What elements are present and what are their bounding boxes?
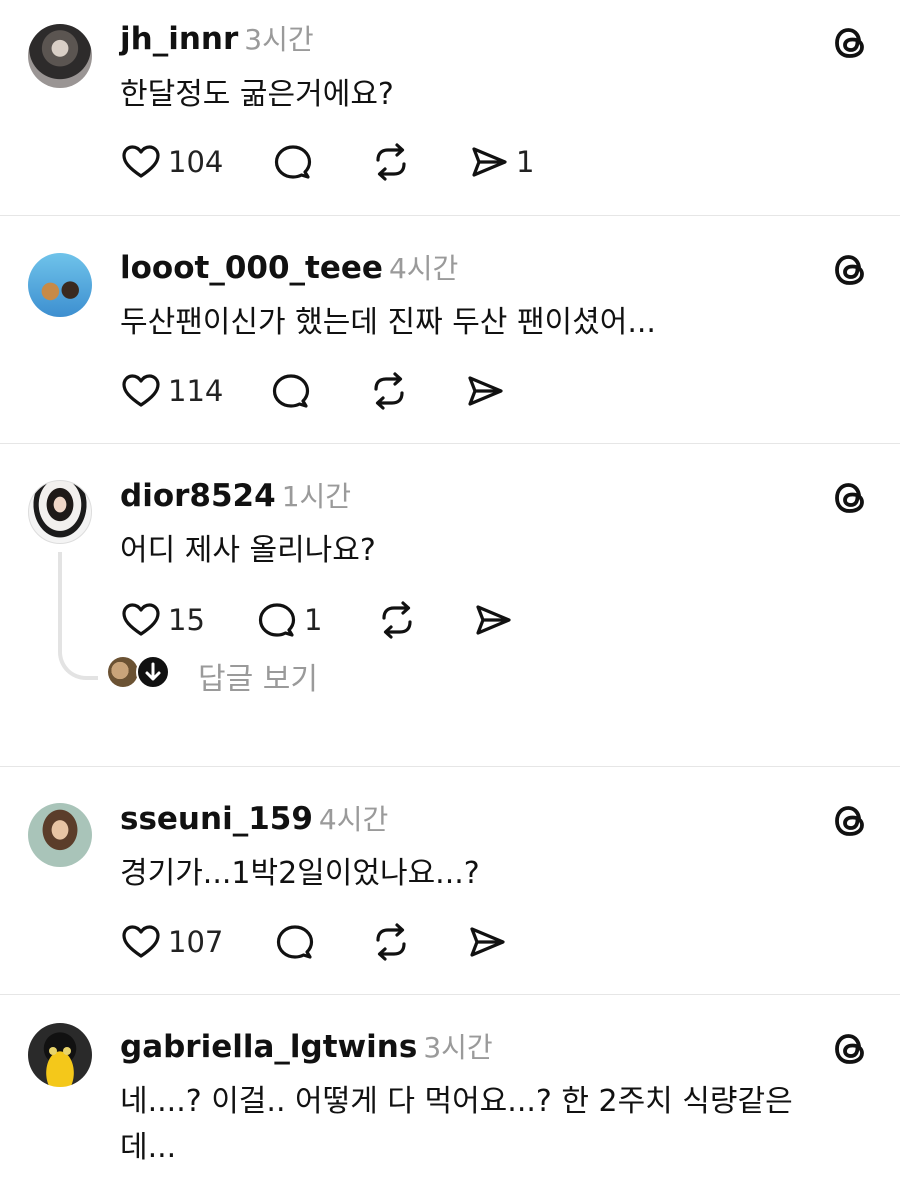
post-2: looot_000_teee 4시간 두산팬이신가 했는데 진짜 두산 팬이셨어.… (0, 216, 900, 444)
send-icon (464, 370, 506, 412)
post-text: 경기가...1박2일이었나요...? (120, 856, 480, 891)
send-icon (466, 921, 508, 963)
share-count: 1 (516, 145, 535, 179)
send-icon (472, 599, 514, 641)
like-button[interactable]: 104 (120, 140, 223, 184)
post-4: sseuni_159 4시간 경기가...1박2일이었나요...? 107 (0, 767, 900, 995)
share-button[interactable] (464, 369, 506, 413)
repost-icon (368, 370, 410, 412)
comment-button[interactable] (270, 369, 312, 413)
post-text: 한달정도 굶은거에요? (120, 77, 394, 112)
reply-avatar (108, 657, 138, 687)
username[interactable]: dior8524 (120, 478, 276, 514)
threads-logo-icon[interactable] (832, 24, 870, 62)
timestamp: 4시간 (318, 803, 389, 836)
comment-button[interactable]: 1 (256, 598, 322, 642)
comment-bubble-icon (272, 141, 314, 183)
like-button[interactable]: 114 (120, 369, 223, 413)
avatar[interactable] (28, 480, 92, 544)
send-icon (468, 141, 510, 183)
post-5: gabriella_lgtwins 3시간 네....? 이걸.. 어떻게 다 먹… (0, 995, 900, 1190)
comment-bubble-icon (256, 599, 298, 641)
post-header: gabriella_lgtwins 3시간 (120, 1029, 493, 1066)
avatar[interactable] (28, 24, 92, 88)
like-count: 15 (168, 603, 205, 637)
threads-logo-icon[interactable] (832, 251, 870, 289)
comment-bubble-icon (274, 921, 316, 963)
thread-connector-line (58, 552, 98, 680)
timestamp: 4시간 (388, 252, 459, 285)
heart-icon (120, 599, 162, 641)
comment-button[interactable] (274, 920, 316, 964)
threads-logo-icon[interactable] (832, 802, 870, 840)
avatar[interactable] (28, 253, 92, 317)
username[interactable]: jh_innr (120, 21, 238, 57)
heart-icon (120, 921, 162, 963)
post-text: 어디 제사 올리나요? (120, 533, 376, 568)
timestamp: 3시간 (244, 23, 314, 56)
post-header: jh_innr 3시간 (120, 21, 314, 58)
like-button[interactable]: 15 (120, 598, 205, 642)
post-header: sseuni_159 4시간 (120, 801, 388, 838)
threads-logo-icon[interactable] (832, 479, 870, 517)
post-text: 네....? 이걸.. 어떻게 다 먹어요...? 한 2주치 식량같은데... (120, 1084, 793, 1165)
heart-icon (120, 141, 162, 183)
arrow-down-icon (138, 657, 168, 687)
post-header: dior8524 1시간 (120, 478, 351, 515)
repost-icon (370, 141, 412, 183)
repost-button[interactable] (376, 598, 418, 642)
username[interactable]: sseuni_159 (120, 801, 313, 837)
username[interactable]: looot_000_teee (120, 250, 383, 286)
repost-button[interactable] (368, 369, 410, 413)
share-button[interactable] (466, 920, 508, 964)
repost-button[interactable] (370, 920, 412, 964)
share-button[interactable]: 1 (468, 140, 534, 184)
like-count: 114 (168, 374, 224, 408)
post-3: dior8524 1시간 어디 제사 올리나요? 15 1 답글 보기 (0, 444, 900, 767)
like-button[interactable]: 107 (120, 920, 223, 964)
post-1: jh_innr 3시간 한달정도 굶은거에요? 104 1 (0, 0, 900, 216)
avatar[interactable] (28, 803, 92, 867)
avatar[interactable] (28, 1023, 92, 1087)
view-replies-link[interactable]: 답글 보기 (198, 654, 318, 698)
repost-icon (370, 921, 412, 963)
username[interactable]: gabriella_lgtwins (120, 1029, 417, 1065)
timestamp: 3시간 (423, 1031, 493, 1064)
heart-icon (120, 370, 162, 412)
post-text: 두산팬이신가 했는데 진짜 두산 팬이셨어... (120, 305, 656, 340)
timestamp: 1시간 (281, 480, 352, 513)
expand-replies-button[interactable] (136, 655, 170, 689)
like-count: 107 (168, 925, 224, 959)
repost-button[interactable] (370, 140, 412, 184)
threads-logo-icon[interactable] (832, 1030, 870, 1068)
like-count: 104 (168, 145, 224, 179)
share-button[interactable] (472, 598, 514, 642)
comment-count: 1 (304, 603, 323, 637)
comment-bubble-icon (270, 370, 312, 412)
repost-icon (376, 599, 418, 641)
post-header: looot_000_teee 4시간 (120, 250, 458, 287)
comment-button[interactable] (272, 140, 314, 184)
